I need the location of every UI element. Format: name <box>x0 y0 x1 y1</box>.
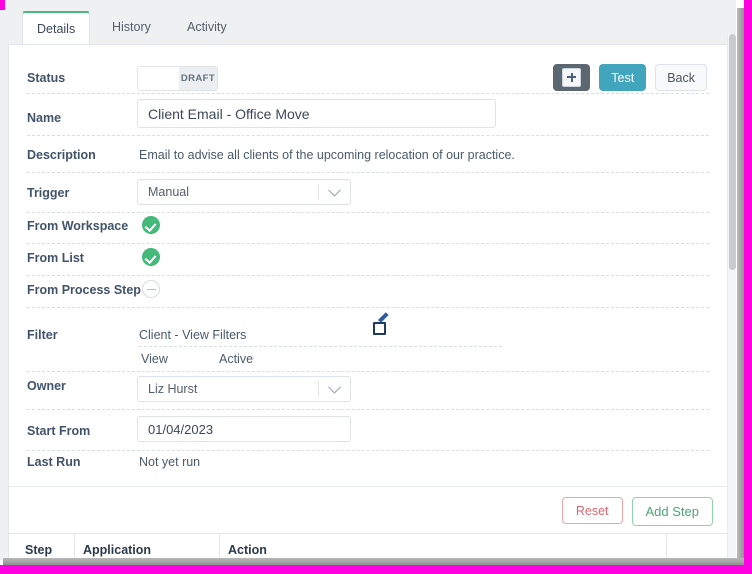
tab-history[interactable]: History <box>98 11 165 45</box>
name-input[interactable]: Client Email - Office Move <box>137 99 496 128</box>
filter-column-view: View <box>141 352 168 366</box>
window-shadow-bottom <box>3 558 748 565</box>
test-button[interactable]: Test <box>599 64 647 91</box>
row-divider <box>27 135 709 136</box>
edit-icon-square <box>373 322 386 335</box>
owner-label: Owner <box>27 379 66 393</box>
steps-header-action: Action <box>228 543 267 557</box>
steps-table: Step Application Action <box>9 533 727 559</box>
trigger-select-value: Manual <box>148 185 189 199</box>
row-divider <box>27 275 709 276</box>
column-divider <box>74 534 75 559</box>
window-edge-marker <box>0 0 5 10</box>
trigger-select[interactable]: Manual <box>137 179 351 205</box>
tab-bar: Details History Activity <box>0 0 736 45</box>
row-divider <box>27 409 709 410</box>
tab-activity[interactable]: Activity <box>173 11 241 45</box>
window-edge-right <box>744 0 752 566</box>
form-scroll-area: Status DRAFT Name Client Email - Office … <box>9 45 727 480</box>
chevron-down-icon <box>328 380 341 394</box>
filter-title: Client - View Filters <box>139 328 247 342</box>
vertical-scrollbar[interactable] <box>727 34 736 560</box>
trigger-label: Trigger <box>27 186 70 200</box>
row-divider <box>27 307 709 308</box>
status-toggle-knob <box>138 67 179 90</box>
edit-square-icon[interactable] <box>373 312 390 337</box>
status-toggle[interactable]: DRAFT <box>137 66 218 91</box>
check-circle-icon[interactable] <box>142 248 160 266</box>
scrollbar-thumb[interactable] <box>729 34 736 270</box>
row-divider <box>27 212 709 213</box>
status-toggle-state: DRAFT <box>179 67 217 90</box>
back-button[interactable]: Back <box>655 64 707 91</box>
row-divider <box>27 172 709 173</box>
description-value: Email to advise all clients of the upcom… <box>139 148 515 162</box>
details-panel: Test Back Status DRAFT Name Client Email… <box>8 44 728 560</box>
status-label: Status <box>27 71 66 85</box>
filter-column-active: Active <box>219 352 254 366</box>
tab-details[interactable]: Details <box>22 11 91 45</box>
filter-divider <box>139 346 502 347</box>
window-edge-bottom <box>0 565 752 574</box>
owner-select-value: Liz Hurst <box>148 382 198 396</box>
footer-divider <box>9 486 727 487</box>
chevron-down-icon <box>328 183 341 197</box>
app-window: Details History Activity Test Back Statu… <box>0 0 752 574</box>
add-step-button[interactable]: Add Step <box>631 497 713 526</box>
from-list-label: From List <box>27 251 84 265</box>
steps-header-application: Application <box>83 543 152 557</box>
steps-header-step: Step <box>25 543 53 557</box>
filter-label: Filter <box>27 328 58 342</box>
start-from-label: Start From <box>27 424 91 438</box>
select-separator <box>318 381 319 397</box>
save-button[interactable] <box>553 64 591 91</box>
row-divider <box>27 93 709 94</box>
action-button-group: Test Back <box>553 64 707 91</box>
app-content: Details History Activity Test Back Statu… <box>0 0 736 560</box>
column-divider <box>219 534 220 559</box>
check-circle-icon[interactable] <box>142 216 160 234</box>
dash-circle-icon[interactable] <box>142 280 160 298</box>
save-floppy-icon <box>562 68 582 87</box>
row-divider <box>27 371 709 372</box>
select-separator <box>318 184 319 200</box>
column-divider <box>666 534 667 559</box>
window-shadow-right <box>737 8 744 561</box>
description-label: Description <box>27 148 96 162</box>
row-divider <box>27 450 709 451</box>
name-label: Name <box>27 111 62 125</box>
from-workspace-label: From Workspace <box>27 219 129 233</box>
owner-select[interactable]: Liz Hurst <box>137 376 351 402</box>
start-from-input[interactable]: 01/04/2023 <box>137 416 351 442</box>
last-run-value: Not yet run <box>139 455 201 469</box>
row-divider <box>27 243 709 244</box>
from-process-step-label: From Process Step <box>27 283 141 297</box>
reset-button[interactable]: Reset <box>561 497 623 524</box>
last-run-label: Last Run <box>27 455 81 469</box>
footer-button-group: Reset Add Step <box>561 497 713 526</box>
